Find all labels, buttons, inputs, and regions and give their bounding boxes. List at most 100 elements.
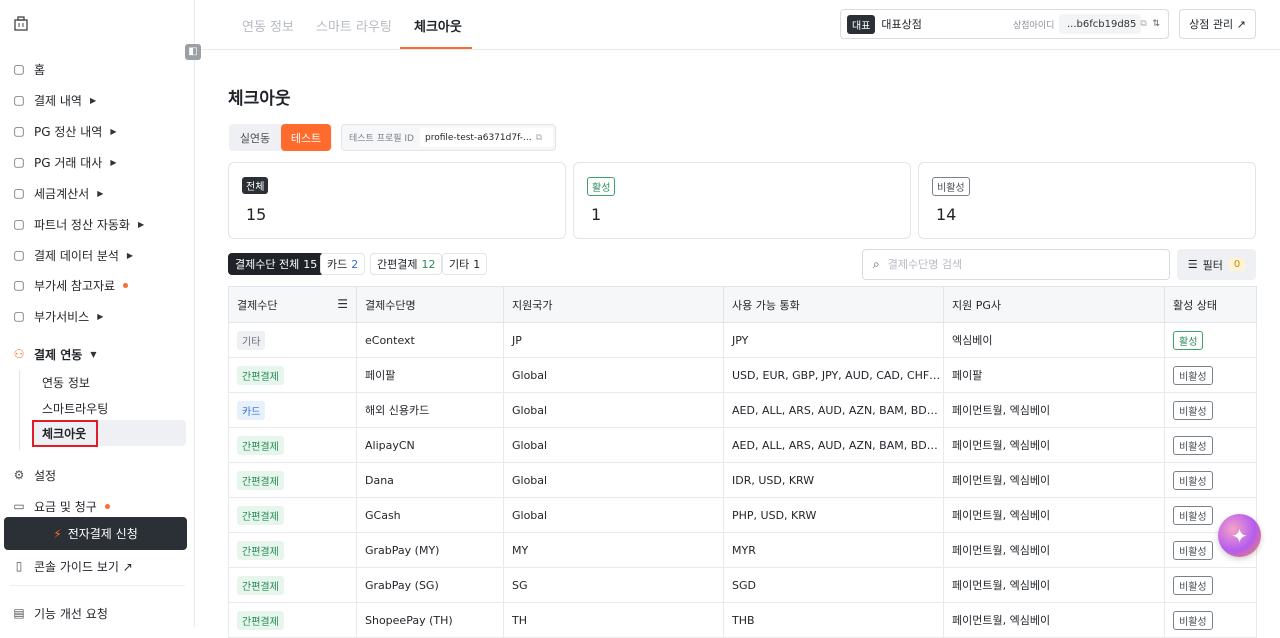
- chip-count: 2: [351, 257, 359, 271]
- sidebar-item-0[interactable]: ▢ 홈: [12, 58, 45, 80]
- mode-test-button[interactable]: 테스트: [281, 124, 331, 151]
- search-input[interactable]: [887, 258, 1148, 271]
- cell-pg: 페이먼트월, 엑심베이: [943, 567, 1165, 603]
- table-row[interactable]: 간편결제 Dana Global IDR, USD, KRW 페이먼트월, 엑심베이 비활…: [228, 462, 1257, 498]
- cell-status: 활성: [1164, 322, 1257, 358]
- stat-label: 전체: [242, 177, 269, 194]
- sidebar-item-billing[interactable]: ▭ 요금 및 청구: [12, 495, 110, 517]
- sidebar-item-feedback[interactable]: ▤ 기능 개선 요청: [12, 602, 108, 624]
- sidebar-item-guide[interactable]: ▯ 콘솔 가이드 보기 ↗: [12, 555, 133, 577]
- home-icon: ▢: [13, 62, 25, 76]
- tab-smart-routing[interactable]: 스마트 라우팅: [316, 16, 392, 35]
- column-header: 결제수단 ☰: [228, 286, 357, 323]
- cell-country: TH: [503, 602, 724, 638]
- cell-country: Global: [503, 392, 724, 428]
- handshake-icon: ▢: [13, 217, 25, 231]
- sidebar-item-9[interactable]: ⚇ 결제 연동 ▼: [12, 343, 97, 365]
- chip-count: 1: [473, 257, 481, 271]
- sidebar-item-label: 세금계산서: [34, 186, 90, 201]
- caret-right-icon: ▶: [110, 126, 117, 136]
- building-logo-icon[interactable]: [12, 14, 30, 32]
- cell-currency: THB: [723, 602, 944, 638]
- store-id-field[interactable]: ...b6fcb19d85 ⧉: [1059, 14, 1147, 34]
- table-row[interactable]: 간편결제 페이팔 Global USD, EUR, GBP, JPY, AUD, CA…: [228, 357, 1257, 393]
- sidebar-item-2[interactable]: ▢ PG 정산 내역 ▶: [12, 120, 116, 142]
- type-badge: 간편결제: [237, 435, 284, 455]
- type-badge: 간편결제: [237, 505, 284, 525]
- tab-integration-info[interactable]: 연동 정보: [242, 16, 294, 35]
- cell-currency: PHP, USD, KRW: [723, 497, 944, 533]
- status-badge[interactable]: 비활성: [1173, 540, 1213, 560]
- stat-card-inactive[interactable]: 비활성 14: [918, 162, 1256, 239]
- store-id-label: 상점아이디: [1013, 20, 1055, 31]
- sidebar-item-label: 요금 및 청구: [34, 499, 97, 514]
- table-row[interactable]: 간편결제 AlipayCN Global AED, ALL, ARS, AUD, AZ…: [228, 427, 1257, 463]
- cell-currency: IDR, USD, KRW: [723, 462, 944, 498]
- sidebar-item-1[interactable]: ▢ 결제 내역 ▶: [12, 89, 96, 111]
- chip-card[interactable]: 카드 2: [320, 253, 366, 275]
- sidebar-item-8[interactable]: ▢ 부가서비스 ▶: [12, 305, 103, 327]
- sidebar-subitem-integration-info[interactable]: 연동 정보: [42, 372, 90, 392]
- sidebar-item-7[interactable]: ▢ 부가세 참고자료: [12, 274, 129, 296]
- table-row[interactable]: 간편결제 ShopeePay (TH) TH THB 페이먼트월, 엑심베이 비활성: [228, 602, 1257, 638]
- column-header: 결제수단명: [356, 286, 504, 323]
- ai-assistant-sparkle-icon[interactable]: ✦: [1218, 514, 1261, 557]
- mode-live-button[interactable]: 실연동: [229, 124, 281, 151]
- chip-simple-pay[interactable]: 간편결제 12: [370, 253, 443, 275]
- chip-all[interactable]: 결제수단 전체 15: [228, 253, 325, 275]
- cell-type: 간편결제: [228, 427, 357, 463]
- sidebar-item-label: 파트너 정산 자동화: [34, 217, 130, 232]
- cell-status: 비활성: [1164, 427, 1257, 463]
- cell-pg: 페이먼트월, 엑심베이: [943, 532, 1165, 568]
- status-badge[interactable]: 비활성: [1173, 505, 1213, 525]
- caret-right-icon: ▶: [89, 95, 97, 105]
- profile-id-field[interactable]: profile-test-a6371d7f-... ⧉: [420, 128, 553, 147]
- status-badge[interactable]: 비활성: [1173, 365, 1213, 385]
- sidebar-collapse-icon[interactable]: ◧: [185, 44, 201, 60]
- sidebar-item-6[interactable]: ▢ 결제 데이터 분석 ▶: [12, 244, 133, 266]
- profile-label: 테스트 프로필 ID: [349, 134, 414, 144]
- cell-type: 간편결제: [228, 532, 357, 568]
- copy-icon[interactable]: ⧉: [536, 133, 542, 143]
- sidebar-item-4[interactable]: ▢ 세금계산서 ▶: [12, 182, 103, 204]
- table-row[interactable]: 간편결제 GrabPay (MY) MY MYR 페이먼트월, 엑심베이 비활성: [228, 532, 1257, 568]
- highlight-box: [32, 420, 98, 447]
- copy-icon[interactable]: ⧉: [1140, 19, 1146, 29]
- table-row[interactable]: 카드 해외 신용카드 Global AED, ALL, ARS, AUD, AZN, …: [228, 392, 1257, 428]
- store-selector[interactable]: 대표 대표상점 상점아이디 ...b6fcb19d85 ⧉ ⇅: [840, 9, 1169, 39]
- cell-type: 간편결제: [228, 602, 357, 638]
- stat-label: 활성: [587, 177, 616, 196]
- sidebar-item-label: 부가세 참고자료: [34, 278, 116, 293]
- status-badge[interactable]: 비활성: [1173, 470, 1213, 490]
- cell-type: 카드: [228, 392, 357, 428]
- filter-button[interactable]: ☰ 필터 0: [1177, 249, 1256, 280]
- cell-name: Dana: [356, 462, 504, 498]
- chip-count: 12: [421, 257, 436, 271]
- status-badge[interactable]: 비활성: [1173, 435, 1213, 455]
- sidebar-item-3[interactable]: ▢ PG 거래 대사 ▶: [12, 151, 116, 173]
- column-filter-icon[interactable]: ☰: [337, 297, 348, 311]
- cell-name: eContext: [356, 322, 504, 358]
- store-management-button[interactable]: 상점 관리 ↗: [1179, 9, 1256, 39]
- table-row[interactable]: 기타 eContext JP JPY 엑심베이 활성: [228, 322, 1257, 358]
- column-header: 활성 상태: [1164, 286, 1257, 323]
- cell-type: 간편결제: [228, 567, 357, 603]
- stat-card-active[interactable]: 활성 1: [573, 162, 911, 239]
- chip-count: 15: [303, 257, 318, 271]
- sidebar-item-5[interactable]: ▢ 파트너 정산 자동화 ▶: [12, 213, 144, 235]
- sidebar: ▢ 홈 ▢ 결제 내역 ▶ ▢ PG 정산 내역 ▶ ▢ PG 거래 대사 ▶ ▢ 세금계산서 ▶ ▢ 파트너…: [0, 0, 195, 627]
- status-badge[interactable]: 비활성: [1173, 575, 1213, 595]
- sidebar-subitem-smart-routing[interactable]: 스마트라우팅: [42, 398, 108, 418]
- status-badge[interactable]: 활성: [1173, 330, 1204, 350]
- table-row[interactable]: 간편결제 GrabPay (SG) SG SGD 페이먼트월, 엑심베이 비활성: [228, 567, 1257, 603]
- table-row[interactable]: 간편결제 GCash Global PHP, USD, KRW 페이먼트월, 엑심베이 비…: [228, 497, 1257, 533]
- tab-checkout[interactable]: 체크아웃: [414, 16, 462, 35]
- cell-name: GrabPay (MY): [356, 532, 504, 568]
- store-name: 대표상점: [881, 18, 922, 31]
- chip-etc[interactable]: 기타 1: [442, 253, 488, 275]
- status-badge[interactable]: 비활성: [1173, 400, 1213, 420]
- stat-card-total[interactable]: 전체 15: [228, 162, 566, 239]
- apply-payment-button[interactable]: ⚡ 전자결제 신청: [4, 517, 187, 550]
- type-badge: 간편결제: [237, 575, 284, 595]
- sidebar-item-settings[interactable]: ⚙ 설정: [12, 464, 56, 486]
